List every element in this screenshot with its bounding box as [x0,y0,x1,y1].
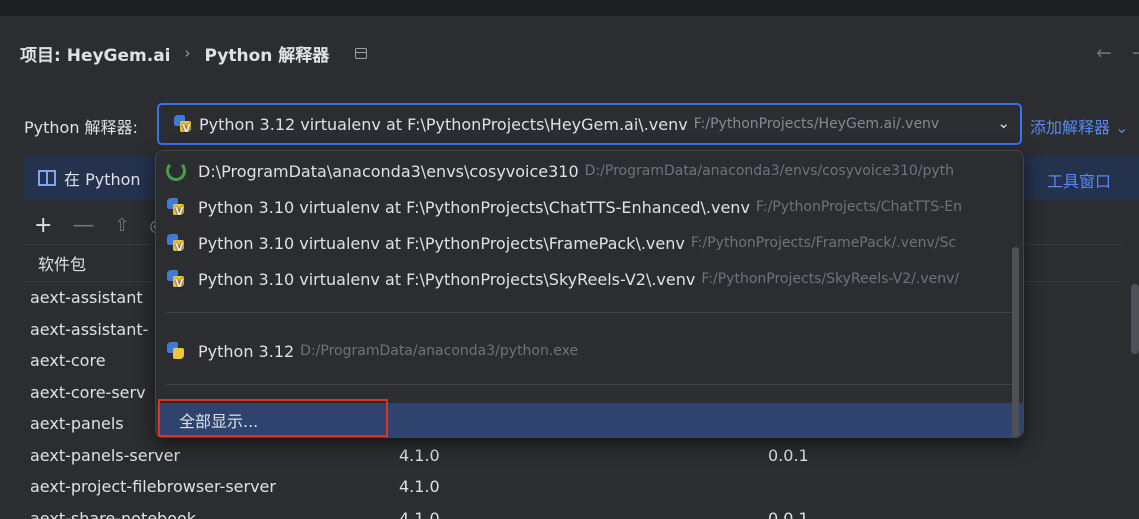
dropdown-item-path: D:/ProgramData/anaconda3/python.exe [300,343,579,359]
package-version: 4.1.0 [399,477,440,497]
interpreter-dropdown-popup: D:\ProgramData\anaconda3\envs\cosyvoice3… [155,150,1024,438]
interpreter-label: Python 解释器: [24,118,138,137]
dropdown-item-path: F:/PythonProjects/FramePack/.venv/Sc [690,235,957,251]
banner-text: 在 Python [64,170,141,189]
dropdown-scrollbar[interactable] [1012,247,1019,437]
python-venv-icon: V [166,233,186,254]
interpreter-select[interactable]: V Python 3.12 virtualenv at F:\PythonPro… [157,103,1022,145]
package-version: 4.1.0 [399,508,440,519]
highlight-box [158,399,388,437]
table-row[interactable]: aext-panels-server 4.1.0 0.0.1 [24,440,1122,472]
gift-icon [38,170,56,186]
page-title: Python 解释器 [204,45,330,66]
banner-tool-window-link[interactable]: 工具窗口 [1047,168,1111,192]
add-package-icon[interactable]: + [34,213,52,238]
table-row[interactable]: aext-share-notebook 4.1.0 0.0.1 [24,503,1122,519]
chevron-right-icon: › [184,44,191,62]
python-venv-icon: V [166,197,186,218]
package-latest: 0.0.1 [768,508,809,519]
dropdown-item-label: Python 3.10 virtualenv at F:\PythonProje… [198,269,696,289]
window-icon[interactable] [355,47,368,59]
conda-icon [166,161,186,181]
package-name: aext-share-notebook [30,508,197,519]
selected-interpreter-path: F:/PythonProjects/HeyGem.ai/.venv [693,116,940,132]
chevron-down-icon: ⌄ [997,114,1010,132]
dropdown-item-label: Python 3.10 virtualenv at F:\PythonProje… [198,233,685,253]
dropdown-item-path: F:/PythonProjects/SkyReels-V2/.venv/ [701,271,960,287]
dropdown-separator [166,312,1012,313]
breadcrumb-project[interactable]: 项目: HeyGem.ai [20,41,171,66]
dropdown-item-label: D:\ProgramData\anaconda3\envs\cosyvoice3… [198,161,579,181]
python-venv-icon: V [166,269,186,290]
add-interpreter-link[interactable]: 添加解释器 ⌄ [1030,114,1129,138]
forward-arrow-icon[interactable]: → [1132,42,1139,64]
dropdown-item-framepack[interactable]: V Python 3.10 virtualenv at F:\PythonPro… [156,225,1016,261]
package-latest: 0.0.1 [768,445,809,465]
dropdown-item-path: D:/ProgramData/anaconda3/envs/cosyvoice3… [584,163,955,179]
breadcrumb: 项目: HeyGem.ai › Python 解释器 [20,40,368,66]
back-arrow-icon[interactable]: ← [1096,42,1112,64]
table-row[interactable]: aext-project-filebrowser-server 4.1.0 [24,471,1122,503]
dropdown-item-label: Python 3.10 virtualenv at F:\PythonProje… [198,197,750,217]
selected-interpreter: Python 3.12 virtualenv at F:\PythonProje… [199,114,688,134]
package-name: aext-project-filebrowser-server [30,477,276,497]
package-version: 4.1.0 [399,445,440,465]
dropdown-item-skyreels[interactable]: V Python 3.10 virtualenv at F:\PythonPro… [156,261,1016,297]
dropdown-item-python312[interactable]: Python 3.12 D:/ProgramData/anaconda3/pyt… [156,333,1016,369]
python-icon [166,341,186,361]
dropdown-item-label: Python 3.12 [198,341,295,361]
package-toolbar: + — ⇧ ◎ [24,206,164,244]
dropdown-item-cosyvoice310[interactable]: D:\ProgramData\anaconda3\envs\cosyvoice3… [156,153,1016,189]
column-package[interactable]: 软件包 [38,251,86,275]
python-venv-icon: V [173,114,193,135]
title-bar-strip [0,0,1139,16]
remove-package-icon[interactable]: — [72,213,94,238]
table-scrollbar[interactable] [1131,284,1139,354]
package-name: aext-panels-server [30,445,181,465]
dropdown-item-chattts[interactable]: V Python 3.10 virtualenv at F:\PythonPro… [156,189,1016,225]
upgrade-package-icon[interactable]: ⇧ [114,215,129,236]
dropdown-separator [166,384,1012,385]
dropdown-item-path: F:/PythonProjects/ChatTTS-En [755,199,962,215]
